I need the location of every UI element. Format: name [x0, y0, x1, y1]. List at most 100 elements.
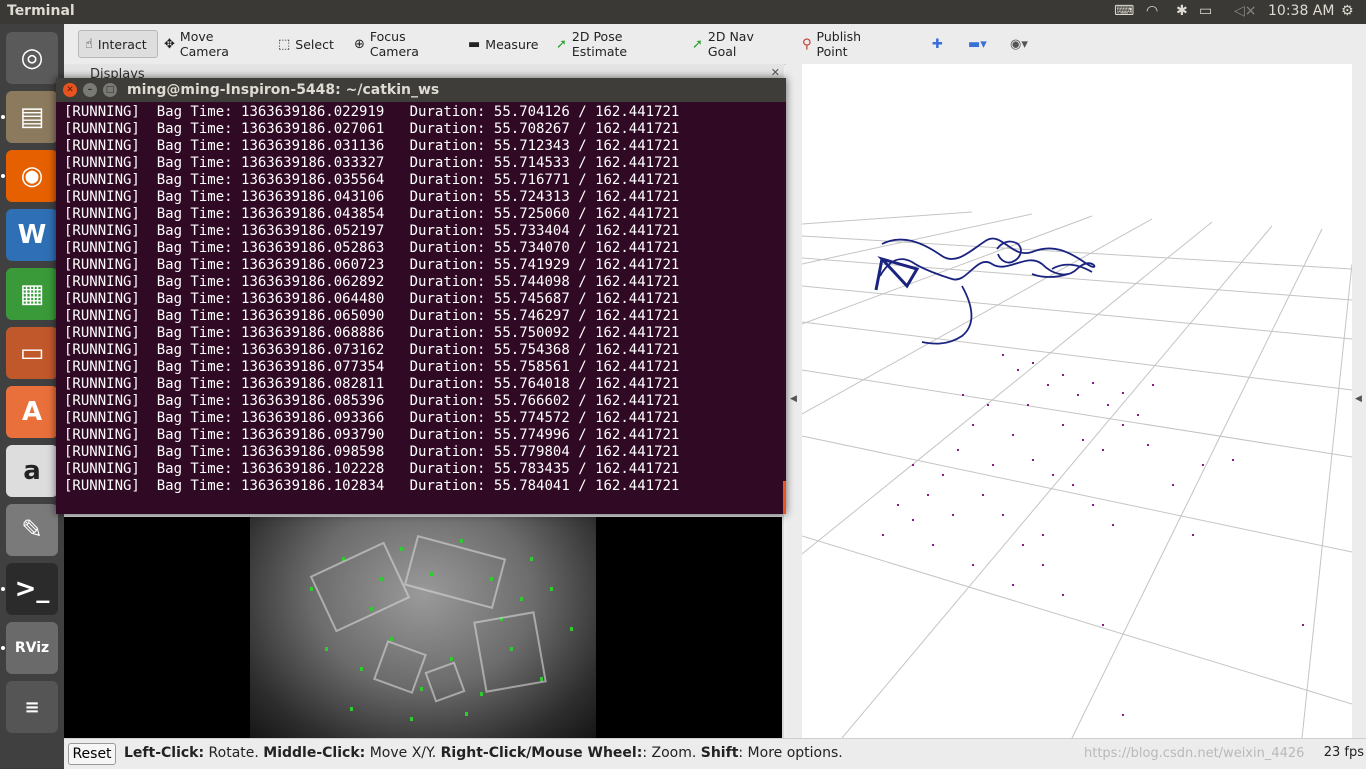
hint-text: Rotate.: [204, 745, 264, 761]
separator: /: [569, 104, 596, 120]
launcher-calc-icon[interactable]: ▦: [6, 268, 58, 320]
line-total: 162.441721: [595, 257, 680, 273]
line-duration: 55.724313: [493, 189, 570, 205]
nav-goal-icon: ➚: [692, 36, 703, 52]
power-gear-icon[interactable]: ⚙: [1341, 3, 1354, 19]
separator: [384, 342, 409, 358]
launcher-firefox-icon[interactable]: ◉: [6, 150, 58, 202]
tool-label: Measure: [485, 36, 539, 52]
volume-icon[interactable]: ◁×: [1234, 3, 1257, 19]
bluetooth-icon[interactable]: ✱: [1176, 3, 1188, 19]
separator: /: [569, 189, 596, 205]
launcher-stack-icon[interactable]: ≡: [6, 681, 58, 733]
separator: [140, 393, 157, 409]
terminal-line: [RUNNING] Bag Time: 1363639186.052863 Du…: [64, 240, 774, 257]
tool-2d-nav-goal[interactable]: ➚ 2D Nav Goal: [686, 29, 788, 59]
line-status: [RUNNING]: [64, 325, 140, 341]
reset-button[interactable]: Reset: [68, 743, 116, 765]
separator: [233, 223, 241, 239]
separator: [233, 206, 241, 222]
tool-select[interactable]: ⬚ Select: [272, 30, 340, 58]
add-tool-icon[interactable]: ✚: [926, 30, 949, 58]
line-total: 162.441721: [595, 427, 680, 443]
separator: /: [569, 342, 596, 358]
rviz-status-bar: Reset Left-Click: Rotate. Middle-Click: …: [64, 738, 1366, 769]
collapse-right-icon[interactable]: ◀: [1355, 394, 1362, 404]
terminal-scrollbar[interactable]: [783, 481, 786, 514]
line-bag-label: Bag Time:: [156, 189, 233, 205]
separator: [384, 240, 409, 256]
line-duration: 55.725060: [493, 206, 570, 222]
maximize-window-icon[interactable]: □: [103, 83, 117, 97]
launcher-ubuntu-dash-icon[interactable]: ◎: [6, 32, 58, 84]
hint-key: Shift: [700, 745, 739, 761]
close-window-icon[interactable]: ✕: [63, 83, 77, 97]
3d-scene[interactable]: [802, 64, 1352, 738]
line-status: [RUNNING]: [64, 410, 140, 426]
separator: [485, 393, 493, 409]
line-status: [RUNNING]: [64, 359, 140, 375]
launcher-writer-icon[interactable]: W: [6, 209, 58, 261]
line-total: 162.441721: [595, 376, 680, 392]
separator: [233, 138, 241, 154]
minimize-window-icon[interactable]: –: [83, 83, 97, 97]
line-bag-label: Bag Time:: [156, 121, 233, 137]
launcher-settings-icon[interactable]: ✎: [6, 504, 58, 556]
terminal-titlebar[interactable]: ✕ – □ ming@ming-Inspiron-5448: ~/catkin_…: [56, 78, 786, 102]
wifi-icon[interactable]: ◠: [1146, 3, 1158, 19]
terminal-output[interactable]: [RUNNING] Bag Time: 1363639186.022919 Du…: [64, 104, 774, 504]
trajectory: [879, 237, 1096, 345]
line-bag-label: Bag Time:: [156, 206, 233, 222]
separator: /: [569, 138, 596, 154]
separator: [384, 274, 409, 290]
hint-key: Right-Click/Mouse Wheel:: [440, 745, 643, 761]
line-duration-label: Duration:: [409, 325, 486, 341]
launcher-files-icon[interactable]: ▤: [6, 91, 58, 143]
line-bag-time: 1363639186.035564: [241, 172, 385, 188]
panel-splitter[interactable]: ◀: [786, 64, 802, 738]
line-bag-time: 1363639186.043854: [241, 206, 385, 222]
separator: [384, 393, 409, 409]
terminal-line: [RUNNING] Bag Time: 1363639186.102228 Du…: [64, 461, 774, 478]
line-status: [RUNNING]: [64, 121, 140, 137]
rviz-toolbar: ☝ Interact ✥ Move Camera ⬚ Select ⊕ Focus Camer…: [64, 24, 1366, 65]
separator: [140, 223, 157, 239]
clock[interactable]: 10:38 AM: [1268, 3, 1334, 19]
remove-tool-icon[interactable]: ▬▾: [962, 30, 993, 58]
tool-measure[interactable]: ▬ Measure: [462, 30, 546, 58]
tool-focus-camera[interactable]: ⊕ Focus Camera: [348, 29, 458, 59]
terminal-window[interactable]: ✕ – □ ming@ming-Inspiron-5448: ~/catkin_…: [56, 78, 786, 514]
launcher-terminal-icon[interactable]: >_: [6, 563, 58, 615]
terminal-title: ming@ming-Inspiron-5448: ~/catkin_ws: [127, 82, 440, 98]
tool-2d-pose-estimate[interactable]: ➚ 2D Pose Estimate: [550, 29, 680, 59]
line-bag-label: Bag Time:: [156, 325, 233, 341]
line-duration-label: Duration:: [409, 121, 486, 137]
launcher-rviz-icon[interactable]: RViz: [6, 622, 58, 674]
launcher-amazon-icon[interactable]: a: [6, 445, 58, 497]
separator: [233, 172, 241, 188]
tool-label: Focus Camera: [369, 29, 419, 59]
tool-move-camera[interactable]: ✥ Move Camera: [158, 29, 270, 59]
separator: [485, 410, 493, 426]
line-bag-time: 1363639186.031136: [241, 138, 385, 154]
tool-label: 2D Nav Goal: [707, 29, 754, 59]
collapse-left-icon[interactable]: ◀: [790, 394, 797, 404]
launcher-software-icon[interactable]: A: [6, 386, 58, 438]
line-bag-time: 1363639186.085396: [241, 393, 385, 409]
right-panel-splitter[interactable]: ◀: [1352, 64, 1366, 738]
3d-view[interactable]: [802, 64, 1352, 738]
keyboard-icon[interactable]: ⌨: [1114, 3, 1134, 19]
separator: [485, 274, 493, 290]
separator: /: [569, 461, 596, 477]
line-duration: 55.745687: [493, 291, 570, 307]
tool-publish-point[interactable]: ⚲ Publish Point: [796, 29, 900, 59]
line-duration: 55.766602: [493, 393, 570, 409]
tool-interact[interactable]: ☝ Interact: [78, 30, 158, 58]
separator: [485, 223, 493, 239]
separator: [140, 172, 157, 188]
view-options-icon[interactable]: ◉▾: [1004, 30, 1034, 58]
battery-icon[interactable]: ▭: [1199, 3, 1212, 19]
launcher-impress-icon[interactable]: ▭: [6, 327, 58, 379]
terminal-line: [RUNNING] Bag Time: 1363639186.068886 Du…: [64, 325, 774, 342]
separator: [384, 206, 409, 222]
